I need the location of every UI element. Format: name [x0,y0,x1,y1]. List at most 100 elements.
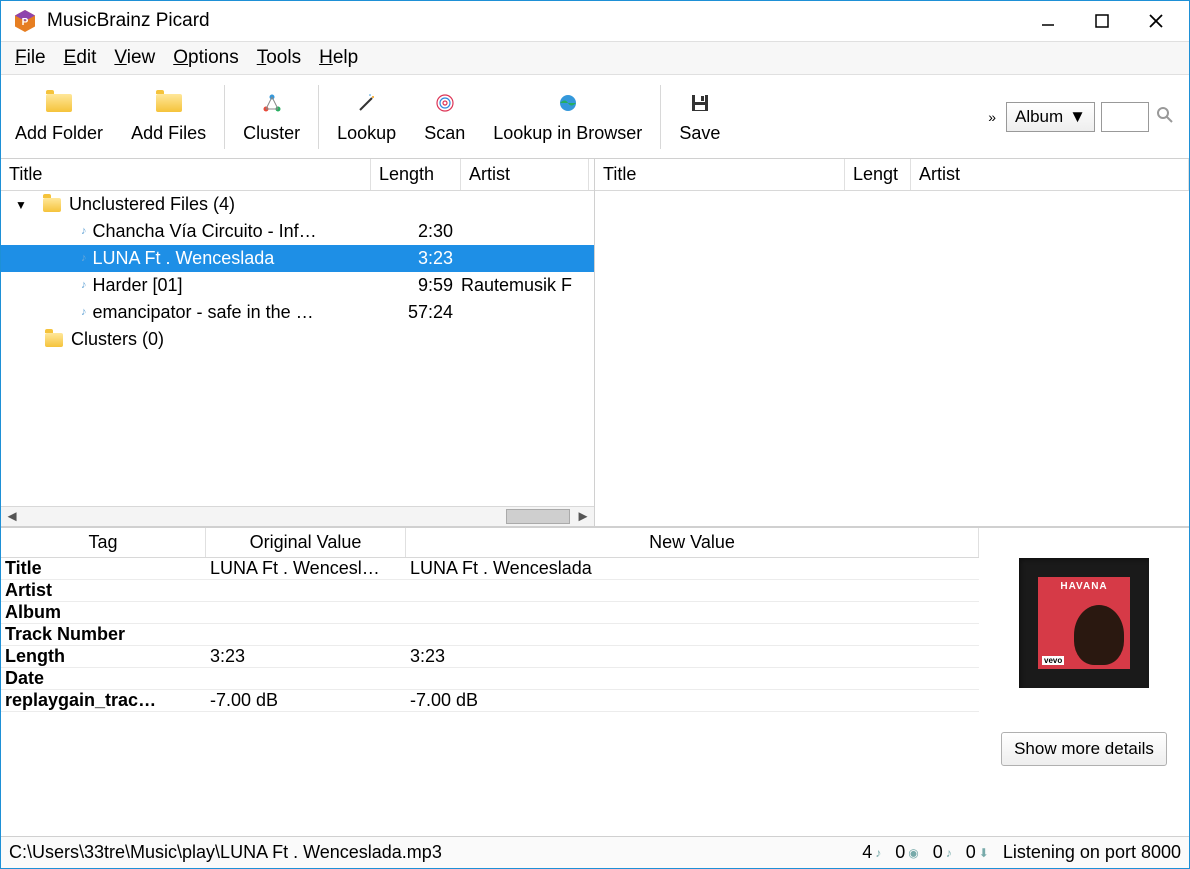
show-more-details-button[interactable]: Show more details [1001,732,1167,766]
tag-row[interactable]: Date [1,668,979,690]
tag-row[interactable]: Artist [1,580,979,602]
statusbar: C:\Users\33tre\Music\play\LUNA Ft . Wenc… [1,836,1189,868]
file-length: 3:23 [371,248,461,269]
tag-orig-value [206,580,406,601]
col-artist[interactable]: Artist [911,159,1189,190]
file-row[interactable]: ♪ emancipator - safe in the … 57:24 [1,299,594,326]
tool-label: Add Folder [15,123,103,144]
close-button[interactable] [1129,1,1183,41]
file-title: LUNA Ft . Wenceslada [93,248,275,269]
tree-group-unclustered[interactable]: ▼ Unclustered Files (4) [1,191,594,218]
tag-col-orig[interactable]: Original Value [206,528,406,557]
status-count-3: 0♪ [933,842,952,863]
left-hscroll[interactable]: ◄ ► [1,506,594,526]
tool-label: Save [679,123,720,144]
add-folder-button[interactable]: Add Folder [1,75,117,158]
toolbar: Add Folder Add Files Cluster Lookup Scan… [1,75,1189,159]
toolbar-overflow[interactable]: » [978,109,1006,125]
menu-tools[interactable]: Tools [257,47,301,69]
menu-help[interactable]: Help [319,47,358,69]
titlebar: P MusicBrainz Picard [1,1,1189,41]
right-pane: Title Lengt Artist [595,159,1189,526]
cluster-button[interactable]: Cluster [229,75,314,158]
tree-label: Unclustered Files (4) [69,194,235,215]
svg-text:P: P [22,17,29,28]
folder-icon [46,89,72,117]
tool-label: Scan [424,123,465,144]
tag-row[interactable]: Track Number [1,624,979,646]
file-row[interactable]: ♪Chancha Vía Circuito - Inf…2:30 [1,218,594,245]
tool-label: Lookup in Browser [493,123,642,144]
folder-icon [156,89,182,117]
col-artist[interactable]: Artist [461,159,589,190]
file-title: Chancha Vía Circuito - Inf… [93,221,317,242]
file-row[interactable]: ♪Harder [01]9:59Rautemusik F [1,272,594,299]
menu-view[interactable]: View [114,47,155,69]
music-file-icon: ♪ [81,225,87,237]
chevron-down-icon: ▼ [1069,107,1086,127]
disc-icon: ◉ [908,846,918,860]
app-icon: P [13,9,37,33]
search-mode-label: Album [1015,107,1063,127]
search-icon[interactable] [1155,105,1175,129]
scroll-thumb[interactable] [506,509,570,524]
tag-headers: Tag Original Value New Value [1,528,979,558]
tag-row[interactable]: replaygain_trac…-7.00 dB-7.00 dB [1,690,979,712]
menu-file[interactable]: File [15,47,46,69]
tag-area: Tag Original Value New Value TitleLUNA F… [1,527,1189,836]
tag-col-tag[interactable]: Tag [1,528,206,557]
tag-orig-value [206,602,406,623]
scroll-right-icon[interactable]: ► [572,508,594,525]
col-length[interactable]: Length [371,159,461,190]
tree-group-clusters[interactable]: Clusters (0) [1,326,594,353]
minimize-button[interactable] [1021,1,1075,41]
tag-row[interactable]: TitleLUNA Ft . Wencesl…LUNA Ft . Wencesl… [1,558,979,580]
tag-col-new[interactable]: New Value [406,528,979,557]
folder-icon [43,198,61,212]
download-icon: ⬇ [979,846,989,860]
search-input[interactable] [1101,102,1149,132]
add-files-button[interactable]: Add Files [117,75,220,158]
cover-art[interactable]: HAVANA vevo [1019,558,1149,688]
scan-button[interactable]: Scan [410,75,479,158]
lookup-in-browser-button[interactable]: Lookup in Browser [479,75,656,158]
cluster-icon [261,89,283,117]
scroll-left-icon[interactable]: ◄ [1,508,23,525]
file-title: emancipator - safe in the … [93,302,314,323]
left-tree[interactable]: ▼ Unclustered Files (4) ♪ Chancha Vía Cir… [1,191,594,506]
lookup-button[interactable]: Lookup [323,75,410,158]
save-button[interactable]: Save [665,75,734,158]
folder-icon [45,333,63,347]
status-count-1: 4♪ [862,842,881,863]
cover-label: HAVANA [1038,581,1130,592]
tag-orig-value: LUNA Ft . Wencesl… [206,558,406,579]
tag-new-value [406,624,979,645]
music-file-icon: ♪ [81,306,87,318]
expander-icon[interactable]: ▼ [15,198,29,212]
tag-name: Date [1,668,206,689]
search-mode-select[interactable]: Album ▼ [1006,102,1095,132]
col-title[interactable]: Title [1,159,371,190]
col-title[interactable]: Title [595,159,845,190]
menu-edit[interactable]: Edit [64,47,97,69]
right-tree[interactable] [595,191,1189,526]
file-title: Harder [01] [93,275,183,296]
menu-options[interactable]: Options [173,47,238,69]
maximize-button[interactable] [1075,1,1129,41]
tag-name: Length [1,646,206,667]
tag-orig-value [206,624,406,645]
music-file-icon: ♪ [81,279,87,291]
file-length: 57:24 [371,302,461,323]
file-row[interactable]: ♪LUNA Ft . Wenceslada3:23 [1,245,594,272]
tag-new-value [406,668,979,689]
wand-icon [356,89,378,117]
tool-label: Add Files [131,123,206,144]
tag-name: Track Number [1,624,206,645]
left-pane: Title Length Artist ▼ Unclustered Files … [1,159,595,526]
status-path: C:\Users\33tre\Music\play\LUNA Ft . Wenc… [9,842,848,863]
tag-row[interactable]: Album [1,602,979,624]
tag-name: Album [1,602,206,623]
file-length: 9:59 [371,275,461,296]
col-length[interactable]: Lengt [845,159,911,190]
tag-row[interactable]: Length3:233:23 [1,646,979,668]
